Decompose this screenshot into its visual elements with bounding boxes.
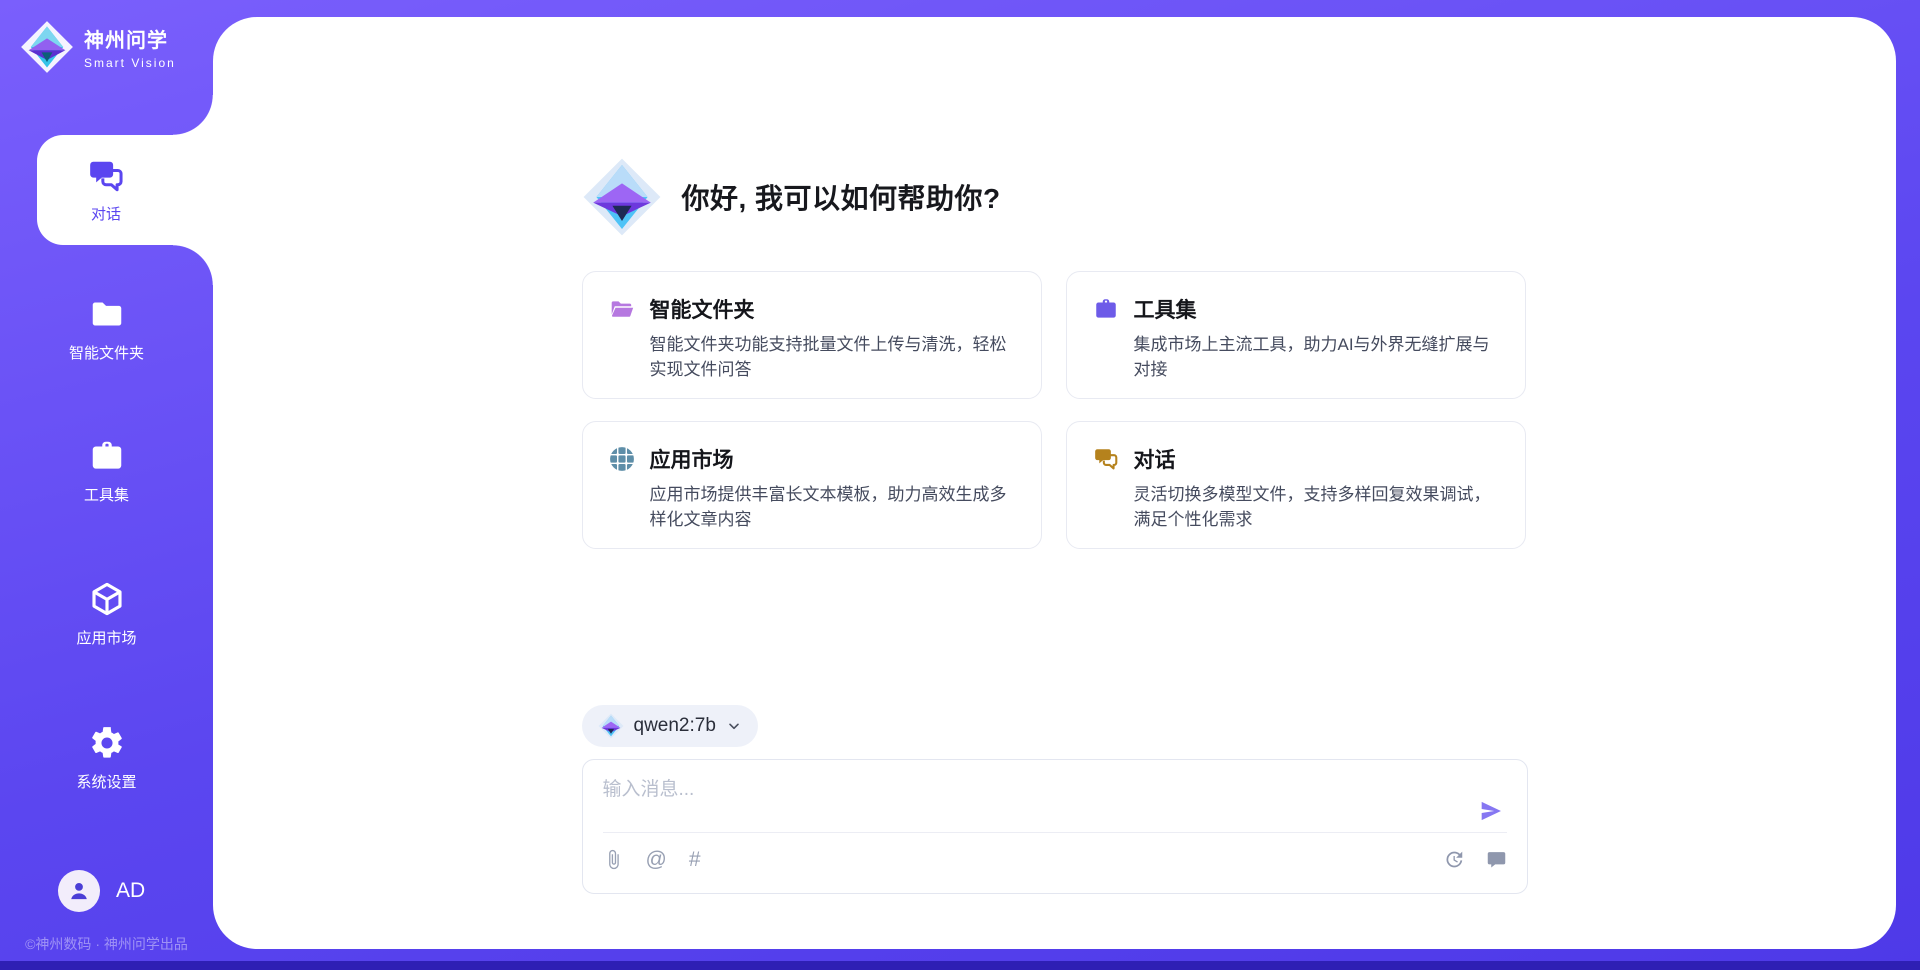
model-selector[interactable]: qwen2:7b bbox=[582, 705, 758, 747]
chat-icon bbox=[1093, 446, 1119, 472]
cube-icon bbox=[88, 580, 126, 618]
sidebar-item-label: 应用市场 bbox=[76, 630, 136, 647]
card-title: 智能文件夹 bbox=[650, 294, 755, 324]
card-title: 工具集 bbox=[1134, 294, 1197, 324]
card-description: 集成市场上主流工具，助力AI与外界无缝扩展与对接 bbox=[1093, 333, 1499, 382]
brand-gem-icon bbox=[20, 20, 74, 74]
sidebar-item-chat[interactable]: 对话 bbox=[37, 135, 213, 245]
card-toolset[interactable]: 工具集 集成市场上主流工具，助力AI与外界无缝扩展与对接 bbox=[1066, 271, 1526, 399]
at-icon: @ bbox=[646, 849, 667, 870]
card-title: 应用市场 bbox=[650, 444, 734, 474]
chat-icon bbox=[87, 157, 125, 195]
history-button[interactable] bbox=[1443, 847, 1464, 871]
sidebar-item-folders[interactable]: 智能文件夹 bbox=[0, 295, 213, 363]
model-gem-icon bbox=[598, 713, 624, 739]
paper-plane-icon bbox=[1478, 798, 1504, 824]
model-name: qwen2:7b bbox=[634, 715, 716, 737]
briefcase-icon bbox=[1093, 296, 1119, 322]
sidebar: 神州问学 Smart Vision 对话 智能文件夹 工具集 应用市场 系统设置… bbox=[0, 0, 213, 970]
send-button[interactable] bbox=[1477, 798, 1505, 826]
active-tab-curve-bottom bbox=[173, 245, 213, 285]
attach-button[interactable] bbox=[603, 847, 624, 871]
card-description: 灵活切换多模型文件，支持多样回复效果调试，满足个性化需求 bbox=[1093, 483, 1499, 532]
greeting: 你好, 我可以如何帮助你? bbox=[582, 157, 1528, 237]
card-title: 对话 bbox=[1134, 444, 1176, 474]
avatar bbox=[58, 870, 100, 912]
greeting-text: 你好, 我可以如何帮助你? bbox=[682, 177, 1001, 217]
sidebar-item-tools[interactable]: 工具集 bbox=[0, 437, 213, 505]
card-chat[interactable]: 对话 灵活切换多模型文件，支持多样回复效果调试，满足个性化需求 bbox=[1066, 421, 1526, 549]
page-bottom-strip bbox=[0, 961, 1920, 970]
briefcase-icon bbox=[88, 437, 126, 475]
paperclip-icon bbox=[603, 849, 624, 870]
sidebar-item-label: 智能文件夹 bbox=[69, 345, 144, 362]
hash-icon: # bbox=[689, 849, 701, 870]
grid-icon bbox=[609, 446, 635, 472]
card-smart-folders[interactable]: 智能文件夹 智能文件夹功能支持批量文件上传与清洗，轻松实现文件问答 bbox=[582, 271, 1042, 399]
user-name: AD bbox=[116, 879, 145, 903]
chat-bubble-icon bbox=[1486, 849, 1507, 870]
sidebar-item-label: 系统设置 bbox=[76, 774, 136, 791]
chevron-down-icon bbox=[726, 718, 742, 734]
copyright: ©神州数码 · 神州问学出品 bbox=[0, 934, 213, 954]
message-input[interactable] bbox=[603, 774, 1463, 826]
sidebar-item-label: 工具集 bbox=[84, 487, 129, 504]
folder-icon bbox=[88, 295, 126, 333]
feature-cards: 智能文件夹 智能文件夹功能支持批量文件上传与清洗，轻松实现文件问答 工具集 集成… bbox=[582, 271, 1528, 549]
card-description: 应用市场提供丰富长文本模板，助力高效生成多样化文章内容 bbox=[609, 483, 1015, 532]
mention-button[interactable]: @ bbox=[646, 847, 667, 871]
greeting-gem-icon bbox=[582, 157, 662, 237]
new-chat-button[interactable] bbox=[1486, 847, 1507, 871]
brand-name: 神州问学 bbox=[84, 24, 176, 53]
person-icon bbox=[66, 878, 92, 904]
brand-subtitle: Smart Vision bbox=[84, 56, 176, 70]
message-composer: @ # bbox=[582, 759, 1528, 894]
card-description: 智能文件夹功能支持批量文件上传与清洗，轻松实现文件问答 bbox=[609, 333, 1015, 382]
sidebar-item-settings[interactable]: 系统设置 bbox=[0, 724, 213, 792]
card-app-market[interactable]: 应用市场 应用市场提供丰富长文本模板，助力高效生成多样化文章内容 bbox=[582, 421, 1042, 549]
user-profile[interactable]: AD bbox=[58, 870, 145, 912]
active-tab-curve-top bbox=[173, 95, 213, 135]
gear-icon bbox=[88, 724, 126, 762]
topic-button[interactable]: # bbox=[689, 847, 701, 871]
main-panel: 你好, 我可以如何帮助你? 智能文件夹 智能文件夹功能支持批量文件上传与清洗，轻… bbox=[213, 17, 1896, 949]
sidebar-item-market[interactable]: 应用市场 bbox=[0, 580, 213, 648]
folder-open-icon bbox=[609, 296, 635, 322]
history-icon bbox=[1443, 849, 1464, 870]
brand-logo: 神州问学 Smart Vision bbox=[20, 20, 176, 74]
sidebar-item-label: 对话 bbox=[91, 203, 121, 224]
